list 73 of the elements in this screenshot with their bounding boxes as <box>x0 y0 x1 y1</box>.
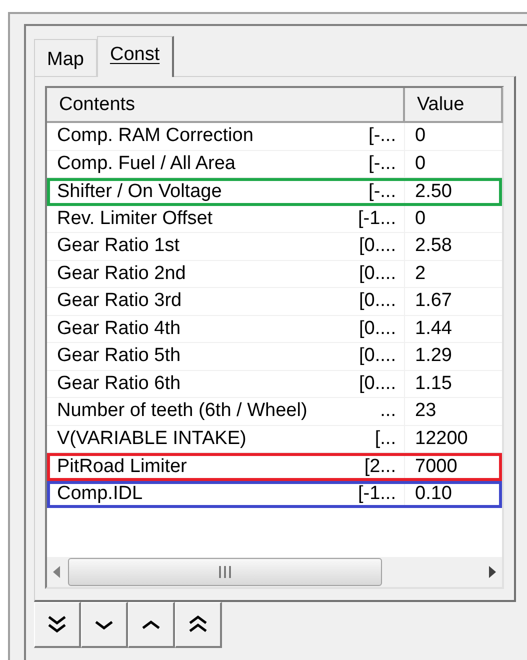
horizontal-scrollbar[interactable] <box>47 557 502 587</box>
list-row[interactable]: Gear Ratio 2nd [0.... 2 <box>47 260 502 288</box>
move-button[interactable] <box>81 602 128 648</box>
column-header[interactable]: Contents <box>47 88 405 123</box>
range-text: [0.... <box>359 290 396 312</box>
list-row[interactable]: Gear Ratio 3rd [0.... 1.67 <box>47 288 502 316</box>
list-row[interactable]: Rev. Limiter Offset [-1... 0 <box>47 206 502 233</box>
list-row[interactable]: Comp. Fuel / All Area [-... 0 <box>47 150 502 178</box>
range-text: [0.... <box>359 372 396 395</box>
range-text: [0.... <box>359 345 396 368</box>
value-text: 7000 <box>415 456 458 478</box>
double-chevron-up-icon <box>188 614 208 634</box>
value-text: 0.10 <box>415 483 452 506</box>
range-text: [-1... <box>358 208 396 230</box>
move-button[interactable] <box>175 602 222 648</box>
chevron-down-icon <box>94 620 114 630</box>
range-text: [2... <box>364 456 396 478</box>
highlighted-row[interactable]: Shifter / On Voltage [-... 2.50 <box>47 178 502 206</box>
range-text: ... <box>380 400 396 422</box>
scroll-thumb[interactable] <box>68 558 382 586</box>
range-text: [0.... <box>359 318 396 340</box>
column-header[interactable]: Value <box>405 88 503 123</box>
move-button[interactable] <box>34 602 81 648</box>
tab[interactable]: Const <box>96 36 174 77</box>
parameter-name: Comp.IDL <box>57 483 143 506</box>
list-row[interactable]: V(VARIABLE INTAKE) [... 12200 <box>47 426 502 453</box>
value-text: 1.29 <box>415 345 452 368</box>
parameter-name: Comp. Fuel / All Area <box>57 152 236 175</box>
value-text: 2.58 <box>415 235 452 258</box>
parameter-name: Gear Ratio 4th <box>57 318 181 340</box>
highlighted-row[interactable]: Comp.IDL [-1... 0.10 <box>47 480 502 508</box>
list-row[interactable]: Comp. RAM Correction [-... 0 <box>47 123 502 150</box>
range-text: [-... <box>368 152 396 175</box>
value-text: 23 <box>415 400 436 422</box>
parameter-name: Number of teeth (6th / Wheel) <box>57 400 308 422</box>
value-text: 0 <box>415 152 426 175</box>
move-button[interactable] <box>128 602 175 648</box>
highlighted-row[interactable]: PitRoad Limiter [2... 7000 <box>47 453 502 480</box>
value-text: 1.67 <box>415 290 452 312</box>
value-text: 2.50 <box>415 180 452 203</box>
list-row[interactable]: Gear Ratio 6th [0.... 1.15 <box>47 370 502 398</box>
list-row[interactable]: Number of teeth (6th / Wheel) ... 23 <box>47 398 502 426</box>
parameter-name: Gear Ratio 5th <box>57 345 181 368</box>
value-text: 1.15 <box>415 372 452 395</box>
grip-icon <box>218 566 232 578</box>
parameter-name: Gear Ratio 1st <box>57 235 180 258</box>
list-row[interactable]: Gear Ratio 4th [0.... 1.44 <box>47 316 502 343</box>
value-text: 12200 <box>415 428 468 450</box>
range-text: [-... <box>368 125 396 148</box>
scroll-right-icon[interactable] <box>488 566 496 578</box>
parameter-name: Gear Ratio 6th <box>57 372 181 395</box>
value-text: 2 <box>415 262 426 285</box>
tab[interactable]: Map <box>34 39 97 76</box>
parameter-name: Rev. Limiter Offset <box>57 208 213 230</box>
range-text: [-... <box>368 180 396 203</box>
list-row[interactable]: Gear Ratio 1st [0.... 2.58 <box>47 233 502 260</box>
value-text: 0 <box>415 125 426 148</box>
parameter-name: Gear Ratio 2nd <box>57 262 186 285</box>
range-text: [-1... <box>358 483 396 506</box>
list-row[interactable]: Gear Ratio 5th [0.... 1.29 <box>47 343 502 370</box>
chevron-up-icon <box>141 620 161 630</box>
parameter-name: Comp. RAM Correction <box>57 125 254 148</box>
parameter-name: V(VARIABLE INTAKE) <box>57 428 246 450</box>
value-text: 0 <box>415 208 426 230</box>
scroll-left-icon[interactable] <box>53 566 61 578</box>
range-text: [... <box>374 428 396 450</box>
value-text: 1.44 <box>415 318 452 340</box>
parameter-name: Shifter / On Voltage <box>57 180 222 203</box>
parameter-name: PitRoad Limiter <box>57 456 187 478</box>
parameter-name: Gear Ratio 3rd <box>57 290 182 312</box>
range-text: [0.... <box>359 235 396 258</box>
double-chevron-down-icon <box>47 614 67 634</box>
range-text: [0.... <box>359 262 396 285</box>
